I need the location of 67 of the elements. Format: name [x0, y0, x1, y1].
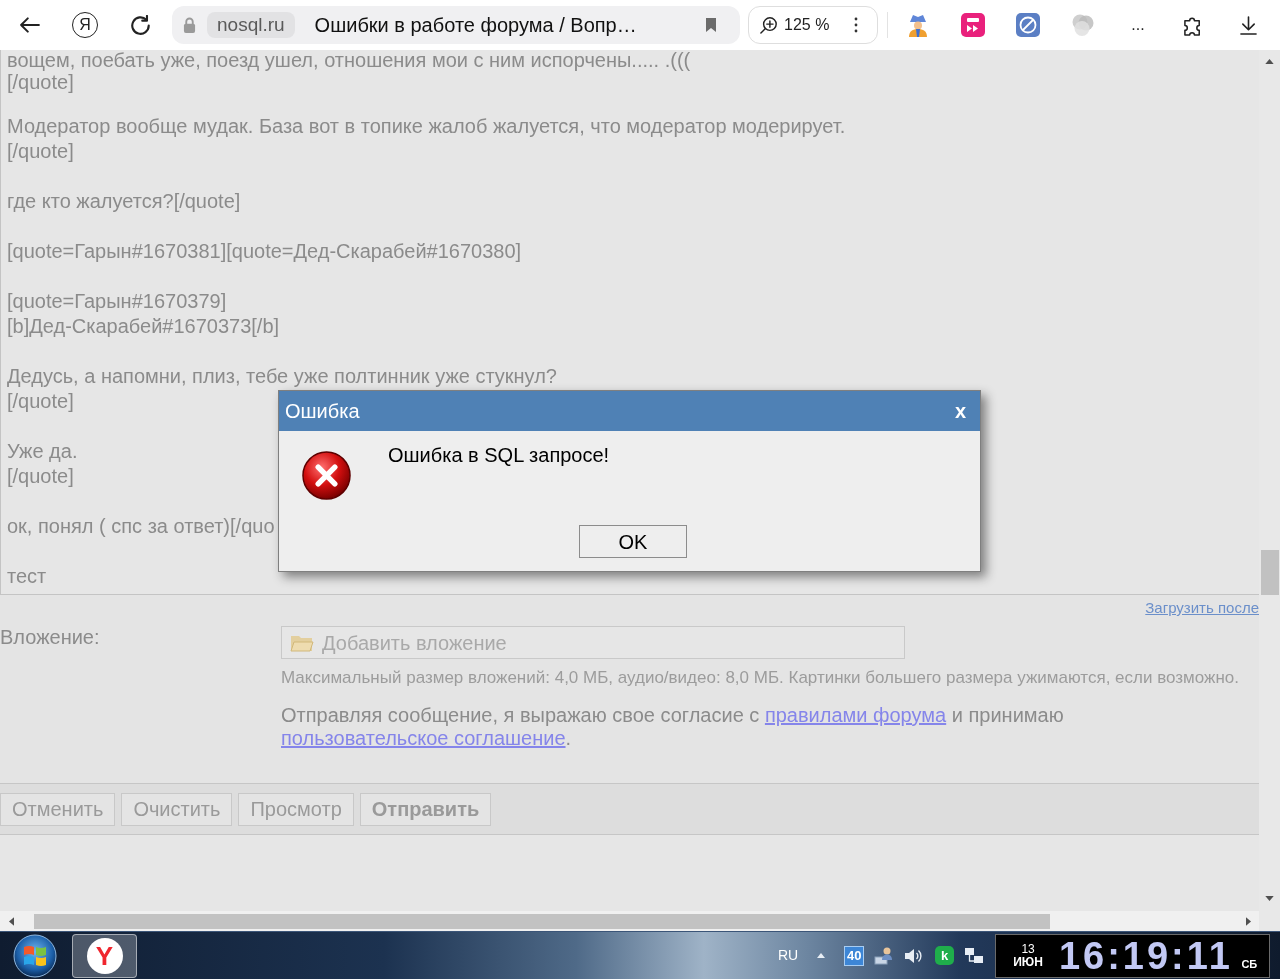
consent-text: Отправляя сообщение, я выражаю свое согласие с правилами форума и принимаю пользовательское соглашение.	[281, 704, 1065, 750]
lock-icon	[183, 16, 196, 34]
dialog-message: Ошибка в SQL запросе!	[388, 443, 610, 468]
message-line: [quote=Гарын#1670379]	[7, 288, 227, 314]
dialog-title: Ошибка	[285, 399, 360, 424]
error-icon	[302, 451, 351, 500]
tray-app-badge[interactable]: k	[935, 946, 955, 965]
user-agreement-link[interactable]: пользовательское соглашение	[281, 727, 566, 749]
page-title: Ошибки в работе форума / Вопр…	[314, 13, 637, 38]
bookmark-icon[interactable]	[705, 17, 717, 33]
vertical-dots-icon	[854, 17, 858, 33]
close-button[interactable]: x	[952, 401, 968, 421]
forum-rules-link[interactable]: правилами форума	[764, 704, 947, 726]
form-button[interactable]: Просмотр	[238, 792, 354, 826]
slashed-circle-icon	[1016, 13, 1040, 37]
message-line: [/quote]	[7, 138, 74, 164]
back-arrow-icon	[20, 17, 40, 33]
clock-weekday: СБ	[1241, 958, 1258, 970]
clock-time: 16:19:11	[1058, 936, 1233, 975]
message-line: [/quote]	[7, 388, 74, 414]
reload-icon	[130, 15, 150, 35]
message-line: ок, понял ( спс за ответ)[/quo	[7, 513, 275, 539]
up-triangle-icon	[817, 953, 826, 958]
download-icon	[1239, 15, 1257, 35]
more-extensions-button[interactable]: ...	[1118, 5, 1158, 45]
media-tile-icon	[961, 13, 985, 37]
upload-later-link[interactable]: Загрузить после	[1145, 599, 1259, 617]
overlapping-circles-icon	[1071, 13, 1095, 37]
message-line: Модератор вообще мудак. База вот в топике жалоб жалуется, что модератор модерирует.	[7, 113, 846, 139]
scrollbar-thumb[interactable]	[34, 913, 1050, 929]
message-line: [/quote]	[7, 71, 74, 95]
message-line: Уже да.	[7, 438, 78, 464]
form-button[interactable]: Отменить	[0, 792, 116, 826]
message-line: [quote=Гарын#1670381][quote=Дед-Скарабей#1670380]	[7, 238, 522, 264]
clock-day: 13	[1021, 942, 1035, 956]
attachment-hint: Максимальный размер вложений: 4,0 МБ, аудио/видео: 8,0 МБ. Картинки большего размера ужимаются, если возможно.	[281, 669, 1239, 687]
horizontal-scrollbar[interactable]	[0, 911, 1280, 931]
scrollbar-thumb[interactable]	[1260, 550, 1279, 595]
left-triangle-icon	[8, 916, 14, 926]
network-user-icon[interactable]	[874, 945, 895, 966]
message-line: [/quote]	[7, 463, 74, 489]
start-button[interactable]	[13, 933, 57, 978]
zoom-in-icon	[760, 16, 778, 34]
form-button[interactable]: Отправить	[359, 792, 492, 826]
message-line: вощем, поебать уже, поезд ушел, отношения мои с ним испорчены..... .(((	[7, 50, 691, 70]
ok-button[interactable]: OK	[579, 525, 687, 558]
zoom-button[interactable]: 125 %	[760, 13, 830, 37]
speaker-icon[interactable]	[904, 947, 923, 964]
start-orb-icon	[13, 933, 57, 978]
domain-chip[interactable]: nosql.ru	[207, 12, 295, 38]
right-triangle-icon	[1245, 916, 1251, 926]
taskbar-clock[interactable]: 13 ИЮН 16:19:11 СБ	[995, 933, 1271, 978]
network-icon[interactable]	[964, 945, 985, 966]
tray-number-badge[interactable]: 40	[844, 945, 865, 966]
up-triangle-icon	[1265, 58, 1274, 64]
clock-month: ИЮН	[1013, 955, 1043, 969]
attachment-label: Вложение:	[0, 626, 100, 648]
message-line: тест	[7, 563, 47, 589]
message-line: где кто жалуется?[/quote]	[7, 188, 241, 214]
down-triangle-icon	[1265, 895, 1274, 901]
hatted-figure-icon	[906, 13, 930, 37]
message-line: Дедусь, а напомни, плиз, тебе уже полтинник уже стукнул?	[7, 363, 557, 389]
taskbar-app-button[interactable]: Y	[72, 933, 137, 978]
address-bar[interactable]: nosql.ru Ошибки в работе форума / Вопр…	[172, 6, 740, 44]
form-button[interactable]: Очистить	[121, 792, 233, 826]
message-line: [b]Дед-Скарабей#1670373[/b]	[7, 313, 280, 339]
language-indicator[interactable]: RU	[778, 945, 799, 966]
